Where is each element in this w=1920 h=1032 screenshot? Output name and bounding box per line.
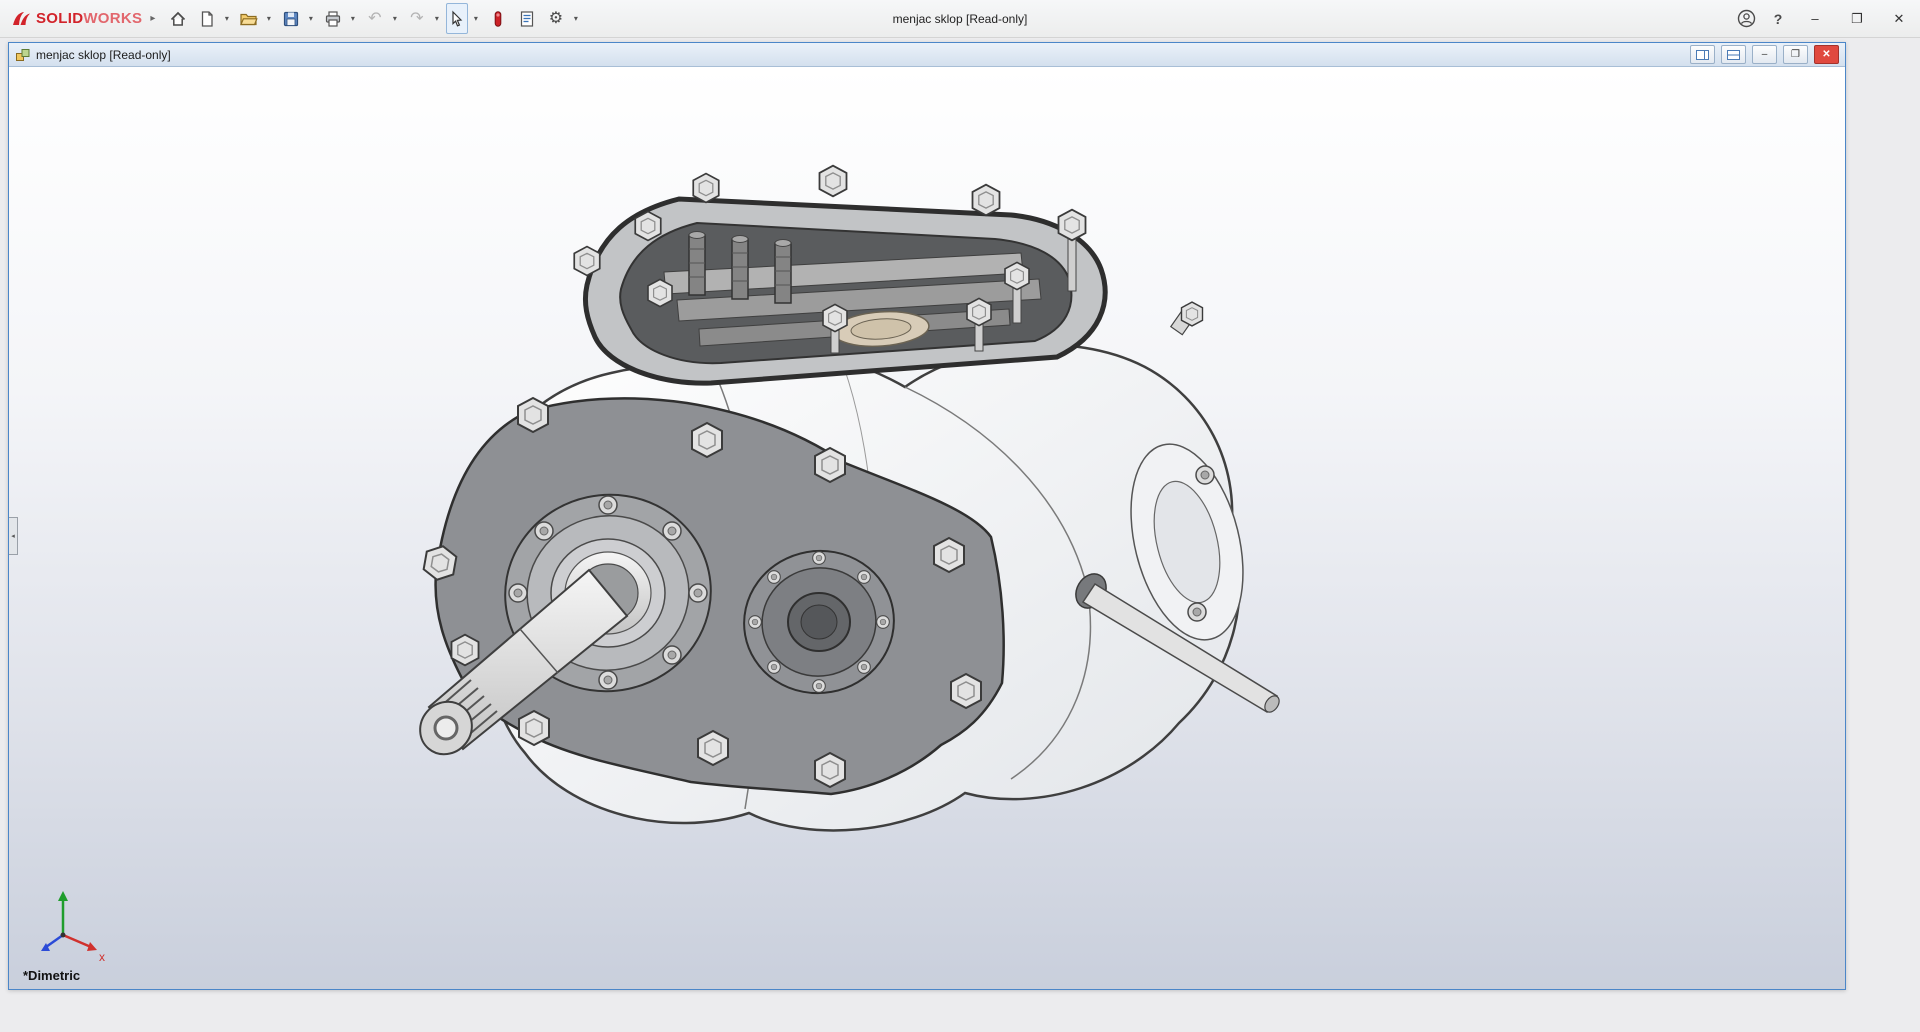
select-arrow-icon: [452, 10, 463, 27]
doc-restore-button[interactable]: ❐: [1783, 45, 1808, 64]
triad-origin: [60, 932, 66, 938]
open-dropdown[interactable]: ▾: [263, 5, 274, 32]
gear-icon: ⚙: [548, 9, 564, 27]
open-folder-icon: [240, 13, 259, 25]
options-dropdown[interactable]: ▾: [570, 5, 581, 32]
account-button[interactable]: [1730, 5, 1762, 32]
orientation-triad[interactable]: x: [33, 887, 111, 961]
file-properties-icon: [520, 10, 533, 27]
rebuild-icon: [494, 10, 502, 27]
print-icon: [325, 10, 340, 27]
open-button[interactable]: [235, 5, 262, 32]
flange-bolt: [814, 752, 846, 788]
redo-dropdown[interactable]: ▾: [431, 5, 442, 32]
application-bar: SOLIDWORKS ▸ ▾ ▾ ▾ ▾ ↶ ▾ ↷ ▾ ▾ ⚙ ▾ menja…: [0, 0, 1920, 38]
document-titlebar[interactable]: menjac sklop [Read-only] – ❐ ✕: [9, 43, 1845, 67]
cover-bolt: [822, 303, 848, 333]
flange-bolt: [450, 633, 480, 667]
new-document-button[interactable]: [193, 5, 220, 32]
select-tool-button[interactable]: [446, 3, 469, 34]
cover-bolt: [1057, 208, 1087, 242]
cover-bolt: [647, 278, 673, 308]
flange-bolt: [933, 537, 965, 573]
detent-pins: [688, 231, 792, 304]
undo-icon: ↶: [368, 9, 382, 27]
cover-bolt: [573, 245, 601, 277]
app-maximize-button[interactable]: ❐: [1836, 0, 1878, 37]
menu-expand-icon[interactable]: ▸: [148, 13, 163, 24]
rebuild-button[interactable]: [484, 5, 511, 32]
document-window-controls: – ❐ ✕: [1690, 45, 1839, 64]
feature-tree-collapsed-handle[interactable]: ◂: [9, 517, 18, 555]
flange-bolt: [697, 730, 729, 766]
new-document-dropdown[interactable]: ▾: [221, 5, 232, 32]
doc-close-button[interactable]: ✕: [1814, 45, 1839, 64]
doc-minimize-button[interactable]: –: [1752, 45, 1777, 64]
new-document-icon: [201, 10, 213, 27]
flange-bolt: [517, 397, 549, 433]
assembly-document-icon: [16, 48, 30, 61]
cover-bolt: [1004, 261, 1030, 291]
cover-bolt: [818, 164, 848, 198]
options-button[interactable]: ⚙: [542, 5, 569, 32]
ds-logo-icon: [13, 11, 30, 25]
undo-dropdown[interactable]: ▾: [389, 5, 400, 32]
brand-text: SOLIDWORKS: [36, 10, 143, 27]
end-cap-bolt: [1187, 602, 1207, 622]
pane-expand-icon: [1696, 49, 1709, 60]
save-icon: [283, 11, 298, 26]
help-icon: ?: [1773, 10, 1783, 27]
display-pane-button-2[interactable]: [1721, 45, 1746, 64]
print-button[interactable]: [319, 5, 346, 32]
display-pane-button-1[interactable]: [1690, 45, 1715, 64]
file-properties-button[interactable]: [513, 5, 540, 32]
view-orientation-label: *Dimetric: [23, 968, 81, 983]
flange-bolt: [814, 447, 846, 483]
triad-x-label: x: [99, 950, 105, 961]
document-window: menjac sklop [Read-only] – ❐ ✕ x *Dimetr…: [8, 42, 1846, 990]
print-dropdown[interactable]: ▾: [347, 5, 358, 32]
cover-bolt: [634, 210, 662, 242]
triad-y-arrow: [58, 891, 68, 901]
help-button[interactable]: ?: [1762, 5, 1794, 32]
pane-split-icon: [1727, 49, 1740, 60]
flange-bolt: [518, 710, 550, 746]
appbar-right-cluster: ? – ❐ ✕: [1730, 0, 1920, 37]
model-3d-gearbox-assembly[interactable]: [9, 67, 1845, 989]
save-dropdown[interactable]: ▾: [305, 5, 316, 32]
flange-bolt: [691, 422, 723, 458]
end-cap-bolt: [1195, 465, 1215, 485]
redo-button[interactable]: ↷: [403, 5, 430, 32]
graphics-viewport[interactable]: x *Dimetric ◂: [9, 67, 1845, 989]
redo-icon: ↷: [410, 9, 424, 27]
home-icon: [170, 11, 185, 26]
solidworks-logo[interactable]: SOLIDWORKS: [0, 10, 148, 28]
flange-bolt: [950, 673, 982, 709]
user-circle-icon: [1737, 9, 1755, 28]
app-close-button[interactable]: ✕: [1878, 0, 1920, 37]
app-minimize-button[interactable]: –: [1794, 0, 1836, 37]
undo-button[interactable]: ↶: [361, 5, 388, 32]
save-button[interactable]: [277, 5, 304, 32]
triad-x-arrow: [87, 942, 97, 951]
breather-bolt: [1180, 301, 1204, 327]
document-title: menjac sklop [Read-only]: [36, 47, 171, 62]
select-dropdown[interactable]: ▾: [470, 5, 481, 32]
cover-bolt: [971, 183, 1001, 217]
cover-bolt: [692, 172, 720, 204]
cover-bolt: [966, 297, 992, 327]
home-button[interactable]: [164, 5, 191, 32]
